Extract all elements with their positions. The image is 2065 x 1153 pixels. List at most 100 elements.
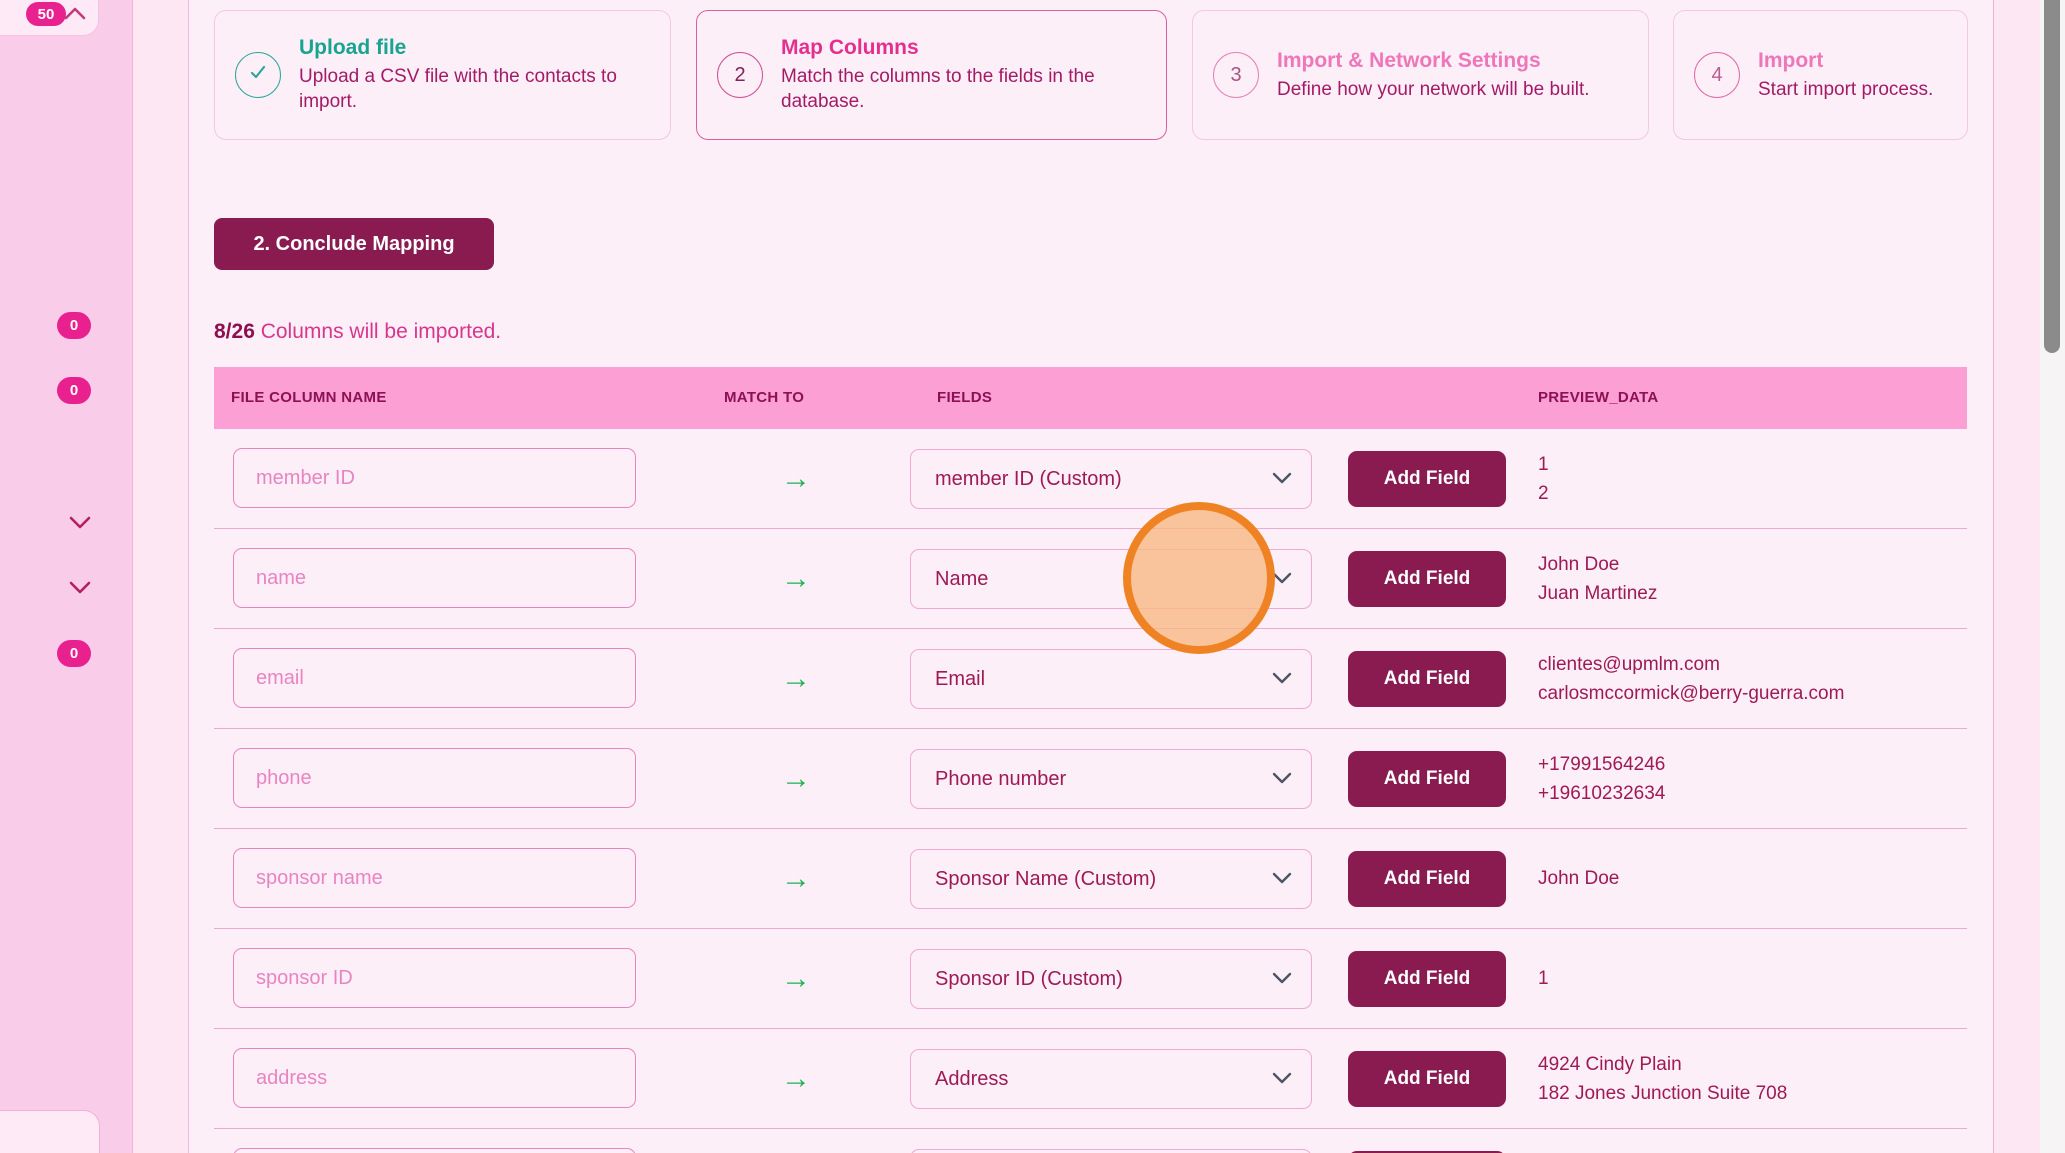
header-file-column-name: FILE COLUMN NAME	[231, 367, 387, 429]
step-description: Start import process.	[1758, 77, 1933, 102]
import-wizard-panel: Upload file Upload a CSV file with the c…	[188, 0, 1994, 1153]
chevron-down-icon	[1271, 968, 1293, 991]
step-card-upload-file: Upload file Upload a CSV file with the c…	[214, 10, 671, 140]
field-select-value: Phone number	[935, 768, 1066, 791]
preview-data-cell: clientes@upmlm.comcarlosmccormick@berry-…	[1538, 629, 1844, 728]
chevron-up-icon[interactable]	[62, 5, 88, 27]
table-body: →member ID (Custom)Add Field12→NameAdd F…	[214, 429, 1967, 1153]
field-select[interactable]: Sponsor Name (Custom)	[910, 849, 1312, 909]
header-match-to: MATCH TO	[724, 367, 804, 429]
table-row: → Phone number Add Field +17991564246+19610…	[214, 729, 1967, 829]
field-select-value: Sponsor ID (Custom)	[935, 968, 1123, 991]
step-card-import: 4 Import Start import process.	[1673, 10, 1968, 140]
preview-data-line: clientes@upmlm.com	[1538, 650, 1844, 679]
add-field-button[interactable]: Add Field	[1348, 451, 1506, 507]
preview-data-cell: 1	[1538, 929, 1549, 1028]
field-select-value: member ID (Custom)	[935, 468, 1122, 491]
field-select[interactable]: Email	[910, 649, 1312, 709]
file-column-name-input[interactable]	[233, 448, 636, 508]
zero-badge: 0	[57, 312, 91, 339]
field-select-value: Address	[935, 1068, 1008, 1091]
preview-data-line: 1	[1538, 450, 1549, 479]
table-row: → member ID (Custom) Add Field 12	[214, 429, 1967, 529]
preview-data-cell: 12	[1538, 429, 1549, 528]
preview-data-line: carlosmccormick@berry-guerra.com	[1538, 679, 1844, 708]
field-select[interactable]: Sponsor ID (Custom)	[910, 949, 1312, 1009]
chevron-down-icon	[1271, 1068, 1293, 1091]
preview-data-line: John Doe	[1538, 550, 1657, 579]
columns-count: 8/26	[214, 320, 255, 343]
step-title: Import & Network Settings	[1277, 49, 1590, 73]
click-highlight-circle	[1123, 502, 1275, 654]
chevron-down-icon	[1271, 768, 1293, 791]
step-number-circle: 2	[717, 52, 763, 98]
chevron-down-icon	[1271, 868, 1293, 891]
arrow-right-icon: →	[781, 1129, 811, 1153]
add-field-button[interactable]: Add Field	[1348, 651, 1506, 707]
preview-data-line: John Doe	[1538, 864, 1619, 893]
step-description: Upload a CSV file with the contacts to i…	[299, 64, 650, 114]
step-number-circle: 4	[1694, 52, 1740, 98]
preview-data-cell: +17991564246+19610232634	[1538, 729, 1665, 828]
table-row: →Sponsor Name (Custom)Add FieldJohn Doe	[214, 829, 1967, 929]
header-fields: FIELDS	[937, 367, 992, 429]
add-field-button[interactable]: Add Field	[1348, 1051, 1506, 1107]
header-preview-data: PREVIEW_DATA	[1538, 367, 1659, 429]
table-row: →NameAdd FieldJohn DoeJuan Martinez	[214, 529, 1967, 629]
preview-data-cell: John Doe	[1538, 829, 1619, 928]
preview-data-line: 4924 Cindy Plain	[1538, 1050, 1787, 1079]
table-header-row: FILE COLUMN NAME MATCH TO FIELDS PREVIEW…	[214, 367, 1967, 429]
zero-badge: 0	[57, 640, 91, 667]
field-select[interactable]: Phone number	[910, 749, 1312, 809]
preview-data-line: +19610232634	[1538, 779, 1665, 808]
preview-data-line: 182 Jones Junction Suite 708	[1538, 1079, 1787, 1108]
step-card-map-columns: 2 Map Columns Match the columns to the f…	[696, 10, 1167, 140]
table-row: →Add Field	[214, 1129, 1967, 1153]
add-field-button[interactable]: Add Field	[1348, 751, 1506, 807]
field-select-value: Email	[935, 668, 985, 691]
table-row: →Sponsor ID (Custom)Add Field1	[214, 929, 1967, 1029]
chevron-down-icon	[1271, 468, 1293, 491]
arrow-right-icon: →	[781, 629, 811, 729]
preview-data-line: Juan Martinez	[1538, 579, 1657, 608]
sidebar-bottom-panel	[0, 1110, 100, 1153]
arrow-right-icon: →	[781, 429, 811, 529]
columns-imported-summary: 8/26 Columns will be imported.	[214, 320, 501, 344]
step-card-import-network-settings: 3 Import & Network Settings Define how y…	[1192, 10, 1649, 140]
preview-data-line: 2	[1538, 479, 1549, 508]
step-number-circle: 3	[1213, 52, 1259, 98]
preview-data-cell: John DoeJuan Martinez	[1538, 529, 1657, 628]
preview-data-line: 1	[1538, 964, 1549, 993]
add-field-button[interactable]: Add Field	[1348, 951, 1506, 1007]
chevron-down-icon	[1271, 668, 1293, 691]
preview-data-line: +17991564246	[1538, 750, 1665, 779]
chevron-down-icon[interactable]	[66, 513, 94, 536]
add-field-button[interactable]: Add Field	[1348, 851, 1506, 907]
step-description: Match the columns to the fields in the d…	[781, 64, 1141, 114]
table-row: → Address Add Field 4924 Cindy Plain182 Jon…	[214, 1029, 1967, 1129]
field-select[interactable]: member ID (Custom)	[910, 449, 1312, 509]
file-column-name-input[interactable]	[233, 1048, 636, 1108]
vertical-scrollbar-thumb[interactable]	[2044, 0, 2060, 353]
file-column-name-input[interactable]	[233, 648, 636, 708]
file-column-name-input[interactable]	[233, 848, 636, 908]
add-field-button[interactable]: Add Field	[1348, 551, 1506, 607]
field-select[interactable]: Address	[910, 1049, 1312, 1109]
file-column-name-input[interactable]	[233, 948, 636, 1008]
count-badge: 50	[26, 2, 66, 26]
arrow-right-icon: →	[781, 1029, 811, 1129]
left-sidebar: 50 0 0 0	[0, 0, 133, 1153]
file-column-name-input[interactable]	[233, 748, 636, 808]
step-title: Import	[1758, 49, 1933, 73]
step-title: Upload file	[299, 36, 650, 60]
file-column-name-input[interactable]	[233, 548, 636, 608]
chevron-down-icon[interactable]	[66, 578, 94, 601]
step-check-circle	[235, 52, 281, 98]
file-column-name-input[interactable]	[233, 1148, 636, 1153]
field-select[interactable]	[910, 1149, 1312, 1153]
arrow-right-icon: →	[781, 729, 811, 829]
step-title: Map Columns	[781, 36, 1141, 60]
conclude-mapping-button[interactable]: 2. Conclude Mapping	[214, 218, 494, 270]
arrow-right-icon: →	[781, 529, 811, 629]
zero-badge: 0	[57, 377, 91, 404]
